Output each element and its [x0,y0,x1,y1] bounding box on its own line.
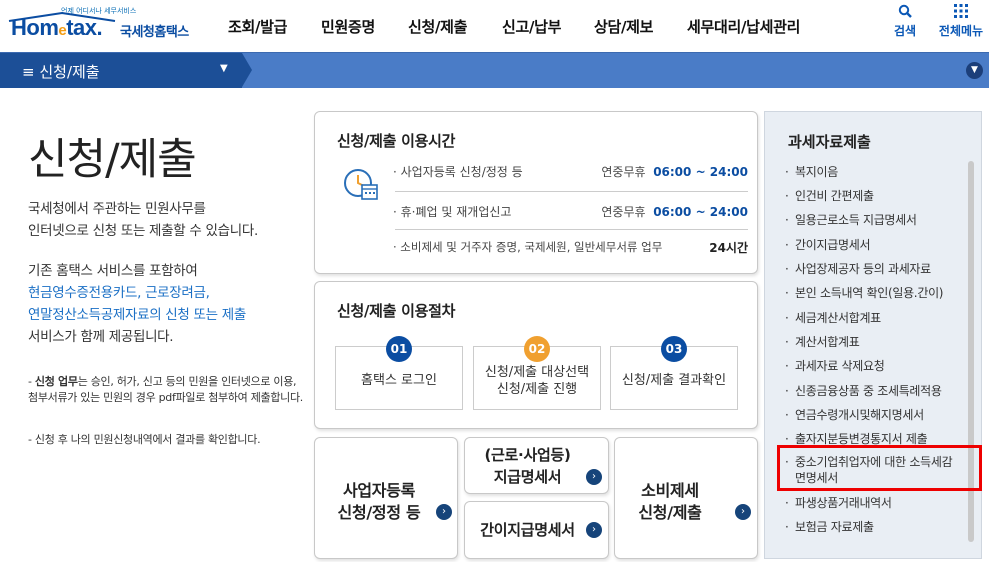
location-bar: ≡ 신청/제출 ▼ ▼ [0,52,989,88]
tax-data-item[interactable]: · 계산서합계표 [785,333,860,350]
all-menu-button[interactable]: 전체메뉴 [935,4,987,39]
top-header: 언제 어디서나 세무서비스 Hometax. 국세청홈택스 조회/발급 민원증명… [0,0,989,52]
page-title: 신청/제출 [28,135,197,185]
step-select: 02 신청/제출 대상선택 신청/제출 진행 [473,336,601,410]
nav-report[interactable]: 신고/납부 [502,16,561,37]
tax-data-item[interactable]: · 파생상품거래내역서 [785,494,892,511]
hamburger-icon: ≡ [22,63,40,81]
nav-agent[interactable]: 세무대리/납세관리 [687,16,800,37]
divider [395,191,748,192]
biz-registration-card[interactable]: 사업자등록 신청/정정 등 › [314,437,458,559]
location-title: ≡ 신청/제출 [22,63,100,81]
tax-data-title: 과세자료제출 [788,133,871,151]
procedure-card: 신청/제출 이용절차 01 홈택스 로그인 02 신청/제출 대상선택 신청/제… [314,281,758,429]
logo-wordmark: Hometax. [11,15,103,40]
step-login: 01 홈택스 로그인 [335,336,463,410]
nav-consult[interactable]: 상담/제보 [594,16,653,37]
tax-data-item[interactable]: · 일용근로소득 지급명세서 [785,211,917,228]
intro-paragraph-2: 기존 홈택스 서비스를 포함하여 현금영수증전용카드, 근로장려금, 연말정산소… [28,263,247,345]
search-label: 검색 [893,24,917,38]
divider [395,229,748,230]
hours-card: 신청/제출 이용시간 · 사업자등록 신청/정정 등 연중무휴 06:00 ~ … [314,111,758,274]
tax-data-item[interactable]: · 연금수령개시및해지명세서 [785,406,924,423]
go-arrow-icon: › [586,522,602,538]
tax-data-item[interactable]: · 간이지급명세서 [785,236,870,253]
logo-korean: 국세청홈택스 [120,25,189,40]
nav-certificate[interactable]: 민원증명 [321,16,375,37]
clock-calendar-icon [344,169,378,200]
expand-down-icon[interactable]: ▼ [966,62,983,79]
hours-row: · 사업자등록 신청/정정 등 연중무휴 06:00 ~ 24:00 [393,165,748,179]
tax-data-item[interactable]: · 과세자료 삭제요청 [785,357,885,374]
tax-data-item[interactable]: · 인건비 간편제출 [785,187,874,204]
tax-data-item[interactable]: · 본인 소득내역 확인(일용.간이) [785,284,944,301]
hours-title: 신청/제출 이용시간 [337,132,456,150]
go-arrow-icon: › [436,504,452,520]
go-arrow-icon: › [735,504,751,520]
go-arrow-icon: › [586,469,602,485]
note-2: - 신청 후 나의 민원신청내역에서 결과를 확인합니다. [28,433,261,446]
tax-data-item[interactable]: · 신종금융상품 중 조세특례적용 [785,382,942,399]
caret-down-icon: ▼ [220,63,228,74]
hours-row: · 휴·폐업 및 재개업신고 연중무휴 06:00 ~ 24:00 [393,205,748,219]
payment-statement-card[interactable]: (근로·사업등) 지급명세서 › [464,437,609,494]
hometax-logo[interactable]: 언제 어디서나 세무서비스 Hometax. 국세청홈택스 [7,6,221,46]
location-dropdown[interactable]: ≡ 신청/제출 ▼ [0,53,252,88]
all-menu-label: 전체메뉴 [938,24,984,38]
hours-row: · 소비제세 및 거주자 증명, 국제세원, 일반세무서류 업무 24시간 [393,240,748,255]
search-button[interactable]: 검색 [890,4,920,39]
tax-data-item[interactable]: · 보험금 자료제출 [785,518,874,535]
grid-menu-icon [954,4,968,18]
search-icon [898,4,912,18]
simple-statement-card[interactable]: 간이지급명세서 › [464,501,609,559]
tax-data-panel: 과세자료제출 · 복지이음 · 인건비 간편제출 · 일용근로소득 지급명세서 · 간이… [764,111,982,559]
note-1: - 신청 업무는 승인, 허가, 신고 등의 민원을 인터넷으로 이용, 첨부서… [28,375,303,404]
tax-data-item[interactable]: · 복지이음 [785,163,838,180]
nav-apply[interactable]: 신청/제출 [408,16,467,37]
intro-paragraph-1: 국세청에서 주관하는 민원사무를 인터넷으로 신청 또는 제출할 수 있습니다. [28,201,258,239]
consumption-tax-card[interactable]: 소비제세 신청/제출 › [614,437,758,559]
tax-data-item[interactable]: · 세금계산서합계표 [785,309,881,326]
tax-data-item[interactable]: · 사업장제공자 등의 과세자료 [785,260,931,277]
procedure-title: 신청/제출 이용절차 [337,302,456,320]
highlight-box [777,445,982,491]
nav-inquiry[interactable]: 조회/발급 [228,16,287,37]
step-result: 03 신청/제출 결과확인 [610,336,738,410]
